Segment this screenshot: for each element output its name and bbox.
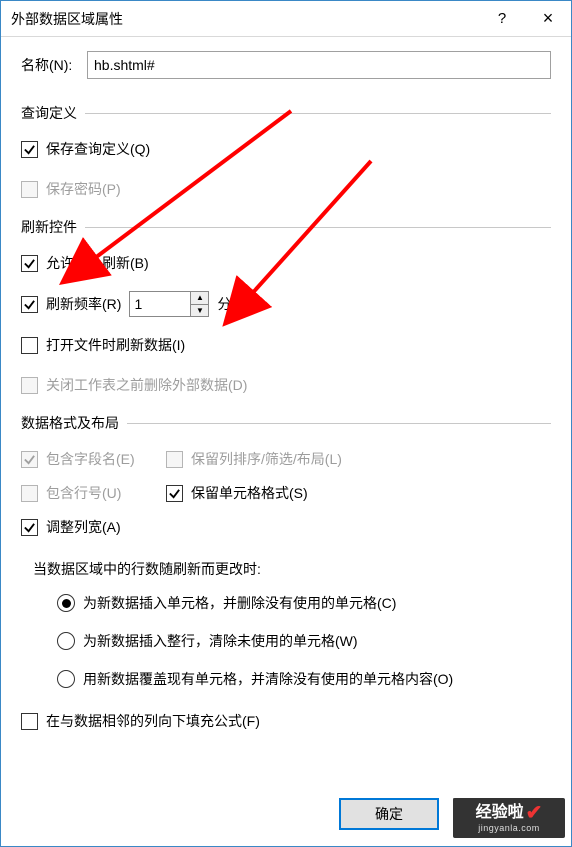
save-query-row[interactable]: 保存查询定义(Q) (21, 137, 551, 161)
window-title: 外部数据区域属性 (11, 9, 479, 29)
checkbox-icon[interactable] (21, 255, 38, 272)
rows-change-group: 为新数据插入单元格，并删除没有使用的单元格(C) 为新数据插入整行，清除未使用的… (57, 591, 551, 691)
checkbox-icon[interactable] (21, 141, 38, 158)
refresh-rate-row[interactable]: 刷新频率(R) ▲ ▼ 分钟 (21, 291, 551, 317)
ok-button[interactable]: 确定 (339, 798, 439, 830)
section-refresh: 刷新控件 (21, 217, 551, 237)
include-fieldnames-label: 包含字段名(E) (46, 449, 166, 469)
adjust-colwidth-label: 调整列宽(A) (46, 517, 121, 537)
bg-refresh-label: 允许后台刷新(B) (46, 253, 149, 273)
save-query-label: 保存查询定义(Q) (46, 139, 150, 159)
radio-icon[interactable] (57, 594, 75, 612)
keep-sort-filter-label: 保留列排序/筛选/布局(L) (191, 449, 342, 469)
rows-change-opt2-label: 为新数据插入整行，清除未使用的单元格(W) (83, 631, 358, 651)
section-query-def: 查询定义 (21, 103, 551, 123)
fill-down-row[interactable]: 在与数据相邻的列向下填充公式(F) (21, 709, 551, 733)
dialog-content: 名称(N): 查询定义 保存查询定义(Q) 保存密码(P) 刷新控件 (1, 37, 571, 733)
checkbox-icon[interactable] (21, 519, 38, 536)
spinner-up-icon[interactable]: ▲ (191, 292, 208, 305)
refresh-rate-label: 刷新频率(R) (46, 294, 121, 314)
rows-change-opt1-label: 为新数据插入单元格，并删除没有使用的单元格(C) (83, 593, 396, 613)
remove-before-close-row: 关闭工作表之前删除外部数据(D) (21, 373, 551, 397)
titlebar: 外部数据区域属性 ? × (1, 1, 571, 37)
checkbox-icon (21, 485, 38, 502)
bg-refresh-row[interactable]: 允许后台刷新(B) (21, 251, 551, 275)
refresh-on-open-label: 打开文件时刷新数据(I) (46, 335, 185, 355)
refresh-rate-input[interactable] (130, 292, 190, 316)
rows-change-opt3[interactable]: 用新数据覆盖现有单元格，并清除没有使用的单元格内容(O) (57, 667, 551, 691)
section-label: 数据格式及布局 (21, 413, 127, 433)
checkbox-icon (21, 181, 38, 198)
fill-down-label: 在与数据相邻的列向下填充公式(F) (46, 711, 260, 731)
section-label: 查询定义 (21, 103, 85, 123)
keep-cell-fmt-label: 保留单元格格式(S) (191, 483, 308, 503)
section-rule (85, 113, 551, 114)
refresh-rate-unit: 分钟 (217, 294, 245, 314)
adjust-colwidth-row[interactable]: 调整列宽(A) (21, 515, 551, 539)
refresh-on-open-row[interactable]: 打开文件时刷新数据(I) (21, 333, 551, 357)
save-password-row: 保存密码(P) (21, 177, 551, 201)
radio-icon[interactable] (57, 632, 75, 650)
section-rule (127, 423, 551, 424)
radio-icon[interactable] (57, 670, 75, 688)
checkbox-icon (21, 451, 38, 468)
checkbox-icon[interactable] (21, 337, 38, 354)
section-format: 数据格式及布局 (21, 413, 551, 433)
dialog-window: 外部数据区域属性 ? × 名称(N): 查询定义 保存查询定义(Q) 保存密码(… (0, 0, 572, 847)
format-row-2: 包含行号(U) 保留单元格格式(S) (21, 481, 551, 505)
refresh-rate-spinner[interactable]: ▲ ▼ (129, 291, 209, 317)
name-row: 名称(N): (21, 51, 551, 79)
spinner-buttons: ▲ ▼ (190, 292, 208, 316)
section-label: 刷新控件 (21, 217, 85, 237)
help-button[interactable]: ? (479, 1, 525, 37)
save-password-label: 保存密码(P) (46, 179, 121, 199)
checkbox-icon (21, 377, 38, 394)
name-label: 名称(N): (21, 55, 87, 75)
name-input[interactable] (87, 51, 551, 79)
button-bar: 确定 取消 (339, 798, 553, 830)
close-button[interactable]: × (525, 1, 571, 37)
spinner-down-icon[interactable]: ▼ (191, 305, 208, 317)
rows-change-opt2[interactable]: 为新数据插入整行，清除未使用的单元格(W) (57, 629, 551, 653)
checkbox-icon (166, 451, 183, 468)
remove-before-close-label: 关闭工作表之前删除外部数据(D) (46, 375, 247, 395)
include-rownum-label: 包含行号(U) (46, 483, 166, 503)
checkbox-icon[interactable] (21, 296, 38, 313)
rows-change-prompt: 当数据区域中的行数随刷新而更改时: (33, 559, 551, 579)
checkbox-icon[interactable] (21, 713, 38, 730)
rows-change-opt3-label: 用新数据覆盖现有单元格，并清除没有使用的单元格内容(O) (83, 669, 453, 689)
rows-change-opt1[interactable]: 为新数据插入单元格，并删除没有使用的单元格(C) (57, 591, 551, 615)
section-rule (85, 227, 551, 228)
cancel-button[interactable]: 取消 (453, 798, 553, 830)
checkbox-icon[interactable] (166, 485, 183, 502)
format-row-1: 包含字段名(E) 保留列排序/筛选/布局(L) (21, 447, 551, 471)
